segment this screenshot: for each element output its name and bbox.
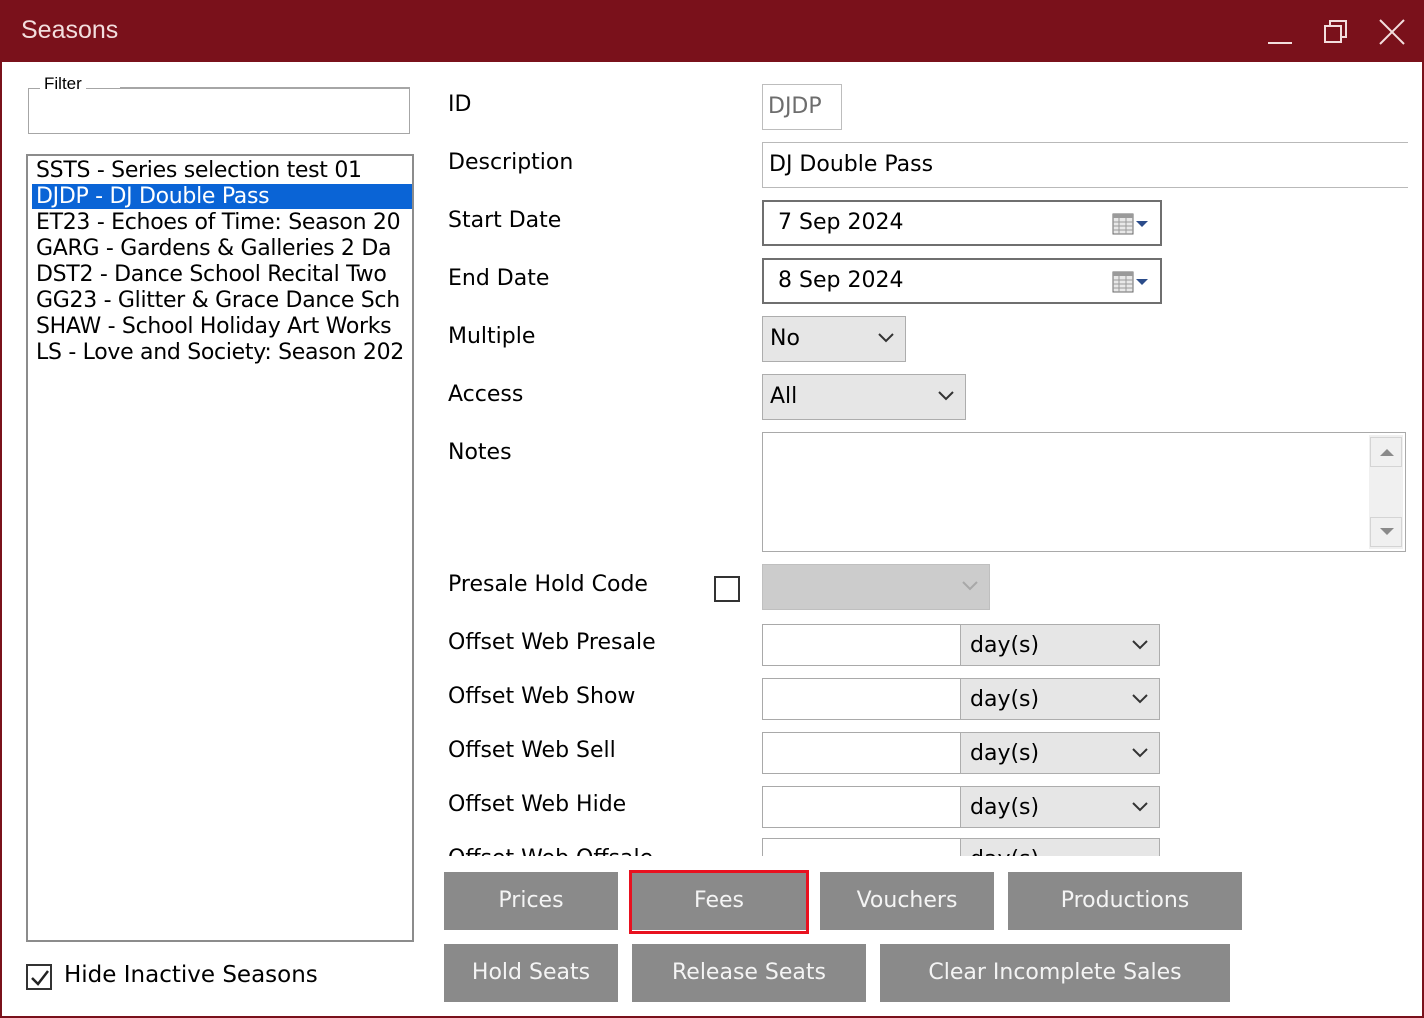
minimize-icon xyxy=(1268,42,1292,44)
hide-inactive-label: Hide Inactive Seasons xyxy=(64,962,318,988)
offset-web-offsale-input[interactable] xyxy=(762,838,962,856)
unit-value: day(s) xyxy=(970,741,1040,766)
checkmark-icon xyxy=(31,970,49,986)
unit-value: day(s) xyxy=(970,795,1040,820)
start-date-label: Start Date xyxy=(448,208,562,233)
scroll-down-button[interactable] xyxy=(1370,517,1402,547)
access-value: All xyxy=(770,384,798,409)
chevron-down-icon xyxy=(1132,694,1148,704)
offset-web-hide-unit-select[interactable]: day(s) xyxy=(960,786,1160,828)
multiple-label: Multiple xyxy=(448,324,536,349)
title-bar[interactable]: Seasons xyxy=(2,2,1422,62)
list-item[interactable]: DST2 - Dance School Recital Two xyxy=(32,262,412,287)
offset-web-offsale-unit-select[interactable]: day(s) xyxy=(960,838,1160,856)
access-label: Access xyxy=(448,382,524,407)
description-label: Description xyxy=(448,150,574,175)
chevron-down-icon xyxy=(1132,802,1148,812)
presale-hold-code-select[interactable] xyxy=(762,564,990,610)
chevron-down-icon xyxy=(938,391,954,401)
access-select[interactable]: All xyxy=(762,374,966,420)
offset-web-presale-unit-select[interactable]: day(s) xyxy=(960,624,1160,666)
list-item-selected[interactable]: DJDP - DJ Double Pass xyxy=(32,184,412,209)
chevron-down-icon xyxy=(878,333,894,343)
presale-hold-code-label: Presale Hold Code xyxy=(448,572,648,597)
list-item[interactable]: ET23 - Echoes of Time: Season 20 xyxy=(32,210,412,235)
offset-web-sell-label: Offset Web Sell xyxy=(448,738,616,763)
offset-web-sell-input[interactable] xyxy=(762,732,962,774)
prices-button[interactable]: Prices xyxy=(444,872,618,930)
offset-web-show-unit-select[interactable]: day(s) xyxy=(960,678,1160,720)
id-label: ID xyxy=(448,92,472,117)
notes-label: Notes xyxy=(448,440,512,465)
hide-inactive-checkbox[interactable] xyxy=(26,964,52,990)
end-date-value: 8 Sep 2024 xyxy=(778,268,904,293)
offset-web-presale-input[interactable] xyxy=(762,624,962,666)
start-date-value: 7 Sep 2024 xyxy=(778,210,904,235)
close-button[interactable] xyxy=(1364,2,1420,62)
fees-highlight-outline xyxy=(629,870,809,934)
multiple-select[interactable]: No xyxy=(762,316,906,362)
offset-web-show-input[interactable] xyxy=(762,678,962,720)
chevron-down-icon xyxy=(962,581,978,591)
minimize-button[interactable] xyxy=(1252,2,1308,62)
season-list[interactable]: SSTS - Series selection test 01 DJDP - D… xyxy=(26,154,414,942)
seasons-window: Seasons Filter SSTS - Series selection t… xyxy=(0,0,1424,1018)
filter-input[interactable] xyxy=(28,88,410,134)
productions-button[interactable]: Productions xyxy=(1008,872,1242,930)
hold-seats-button[interactable]: Hold Seats xyxy=(444,944,618,1002)
multiple-value: No xyxy=(770,326,800,351)
offset-web-sell-unit-select[interactable]: day(s) xyxy=(960,732,1160,774)
filter-label: Filter xyxy=(40,74,86,94)
list-item[interactable]: LS - Love and Society: Season 202 xyxy=(32,340,412,365)
offset-web-presale-label: Offset Web Presale xyxy=(448,630,656,655)
end-date-picker[interactable]: 8 Sep 2024 xyxy=(762,258,1162,304)
offset-web-offsale-label: Offset Web Offsale xyxy=(448,846,653,856)
chevron-down-icon xyxy=(1132,748,1148,758)
scroll-up-button[interactable] xyxy=(1370,437,1402,467)
unit-value: day(s) xyxy=(970,633,1040,658)
clear-incomplete-sales-button[interactable]: Clear Incomplete Sales xyxy=(880,944,1230,1002)
notes-scrollbar[interactable] xyxy=(1369,435,1403,549)
chevron-down-icon xyxy=(1132,640,1148,650)
unit-value: day(s) xyxy=(970,687,1040,712)
vouchers-button[interactable]: Vouchers xyxy=(820,872,994,930)
notes-textarea[interactable] xyxy=(762,432,1406,552)
filter-group-line xyxy=(120,87,410,88)
window-title: Seasons xyxy=(21,16,119,44)
maximize-button[interactable] xyxy=(1308,2,1364,62)
presale-hold-code-checkbox[interactable] xyxy=(714,576,740,602)
close-icon xyxy=(1379,19,1405,45)
start-date-picker[interactable]: 7 Sep 2024 xyxy=(762,200,1162,246)
arrow-down-icon xyxy=(1380,528,1394,535)
description-field[interactable]: DJ Double Pass xyxy=(762,142,1408,188)
calendar-dropdown-icon[interactable] xyxy=(1112,212,1150,236)
offset-web-show-label: Offset Web Show xyxy=(448,684,636,709)
list-item[interactable]: GG23 - Glitter & Grace Dance Sch xyxy=(32,288,412,313)
list-item[interactable]: SSTS - Series selection test 01 xyxy=(32,158,412,183)
unit-value: day(s) xyxy=(970,847,1039,856)
list-item[interactable]: GARG - Gardens & Galleries 2 Da xyxy=(32,236,412,261)
id-field[interactable]: DJDP xyxy=(762,84,842,130)
offset-web-hide-label: Offset Web Hide xyxy=(448,792,627,817)
arrow-up-icon xyxy=(1380,449,1394,456)
offset-web-hide-input[interactable] xyxy=(762,786,962,828)
offset-web-offsale-row-clipped: Offset Web Offsale day(s) xyxy=(442,838,1422,856)
end-date-label: End Date xyxy=(448,266,550,291)
restore-icon xyxy=(1324,20,1347,43)
release-seats-button[interactable]: Release Seats xyxy=(632,944,866,1002)
calendar-dropdown-icon[interactable] xyxy=(1112,270,1150,294)
list-item[interactable]: SHAW - School Holiday Art Works xyxy=(32,314,412,339)
